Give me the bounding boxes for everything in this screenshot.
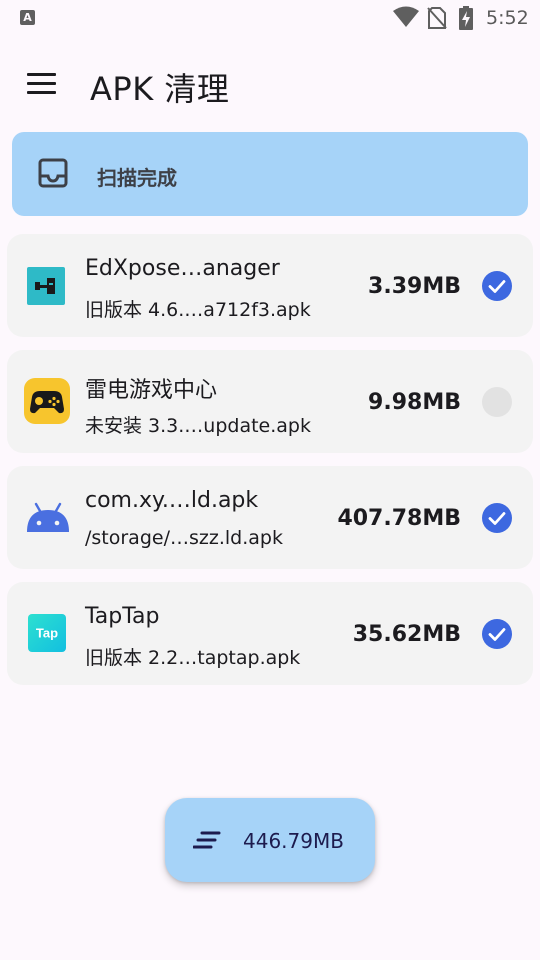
apk-size: 9.98MB xyxy=(368,390,461,415)
unselected-check-icon[interactable] xyxy=(482,387,512,417)
apk-app-name: EdXpose…anager xyxy=(85,256,280,281)
notification-a-icon: A xyxy=(20,10,35,25)
apk-list: EdXpose…anager 旧版本 4.6.…a712f3.apk 3.39M… xyxy=(7,234,533,698)
apk-size: 3.39MB xyxy=(368,274,461,299)
apk-cleaner-screen: A 5:52 APK 清理 扫描完成 EdXpose…anager 旧版本 4.… xyxy=(0,0,540,960)
apk-file-name: 未安装 3.3.…update.apk xyxy=(85,415,311,437)
page-title: APK 清理 xyxy=(90,70,230,108)
apk-file-name: 旧版本 2.2…taptap.apk xyxy=(85,647,301,669)
apk-app-name: 雷电游戏中心 xyxy=(85,378,218,403)
status-bar: A 5:52 xyxy=(0,0,540,36)
clean-sweep-icon xyxy=(192,831,221,853)
selected-check-icon[interactable] xyxy=(482,619,512,649)
menu-icon[interactable] xyxy=(20,66,64,102)
total-size-label: 446.79MB xyxy=(243,829,344,853)
apk-size: 35.62MB xyxy=(352,622,461,647)
apk-list-item[interactable]: 雷电游戏中心 未安装 3.3.…update.apk 9.98MB xyxy=(7,350,533,453)
scan-status-banner[interactable]: 扫描完成 xyxy=(12,132,528,216)
apk-file-name: 旧版本 4.6.…a712f3.apk xyxy=(85,299,311,321)
selected-check-icon[interactable] xyxy=(482,503,512,533)
apk-list-item[interactable]: com.xy.…ld.apk /storage/…szz.ld.apk 407.… xyxy=(7,466,533,569)
android-robot-icon xyxy=(25,502,71,536)
wifi-icon xyxy=(392,6,420,32)
no-sim-icon xyxy=(427,6,447,34)
leidian-game-center-icon xyxy=(23,377,71,425)
taptap-logo-text: Tap xyxy=(36,626,58,641)
app-bar: APK 清理 xyxy=(0,36,540,132)
inbox-icon xyxy=(38,158,68,192)
scan-status-label: 扫描完成 xyxy=(97,166,177,190)
apk-list-item[interactable]: Tap TapTap 旧版本 2.2…taptap.apk 35.62MB xyxy=(7,582,533,685)
taptap-icon: Tap xyxy=(27,613,67,653)
selected-check-icon[interactable] xyxy=(482,271,512,301)
apk-list-item[interactable]: EdXpose…anager 旧版本 4.6.…a712f3.apk 3.39M… xyxy=(7,234,533,337)
apk-app-name: com.xy.…ld.apk xyxy=(85,488,259,513)
edxposed-manager-icon xyxy=(25,265,67,307)
status-time: 5:52 xyxy=(486,7,529,29)
clean-fab-button[interactable]: 446.79MB xyxy=(165,798,375,882)
apk-file-name: /storage/…szz.ld.apk xyxy=(85,527,283,549)
battery-charging-icon xyxy=(458,6,474,34)
apk-size: 407.78MB xyxy=(337,506,461,531)
apk-app-name: TapTap xyxy=(85,604,160,629)
